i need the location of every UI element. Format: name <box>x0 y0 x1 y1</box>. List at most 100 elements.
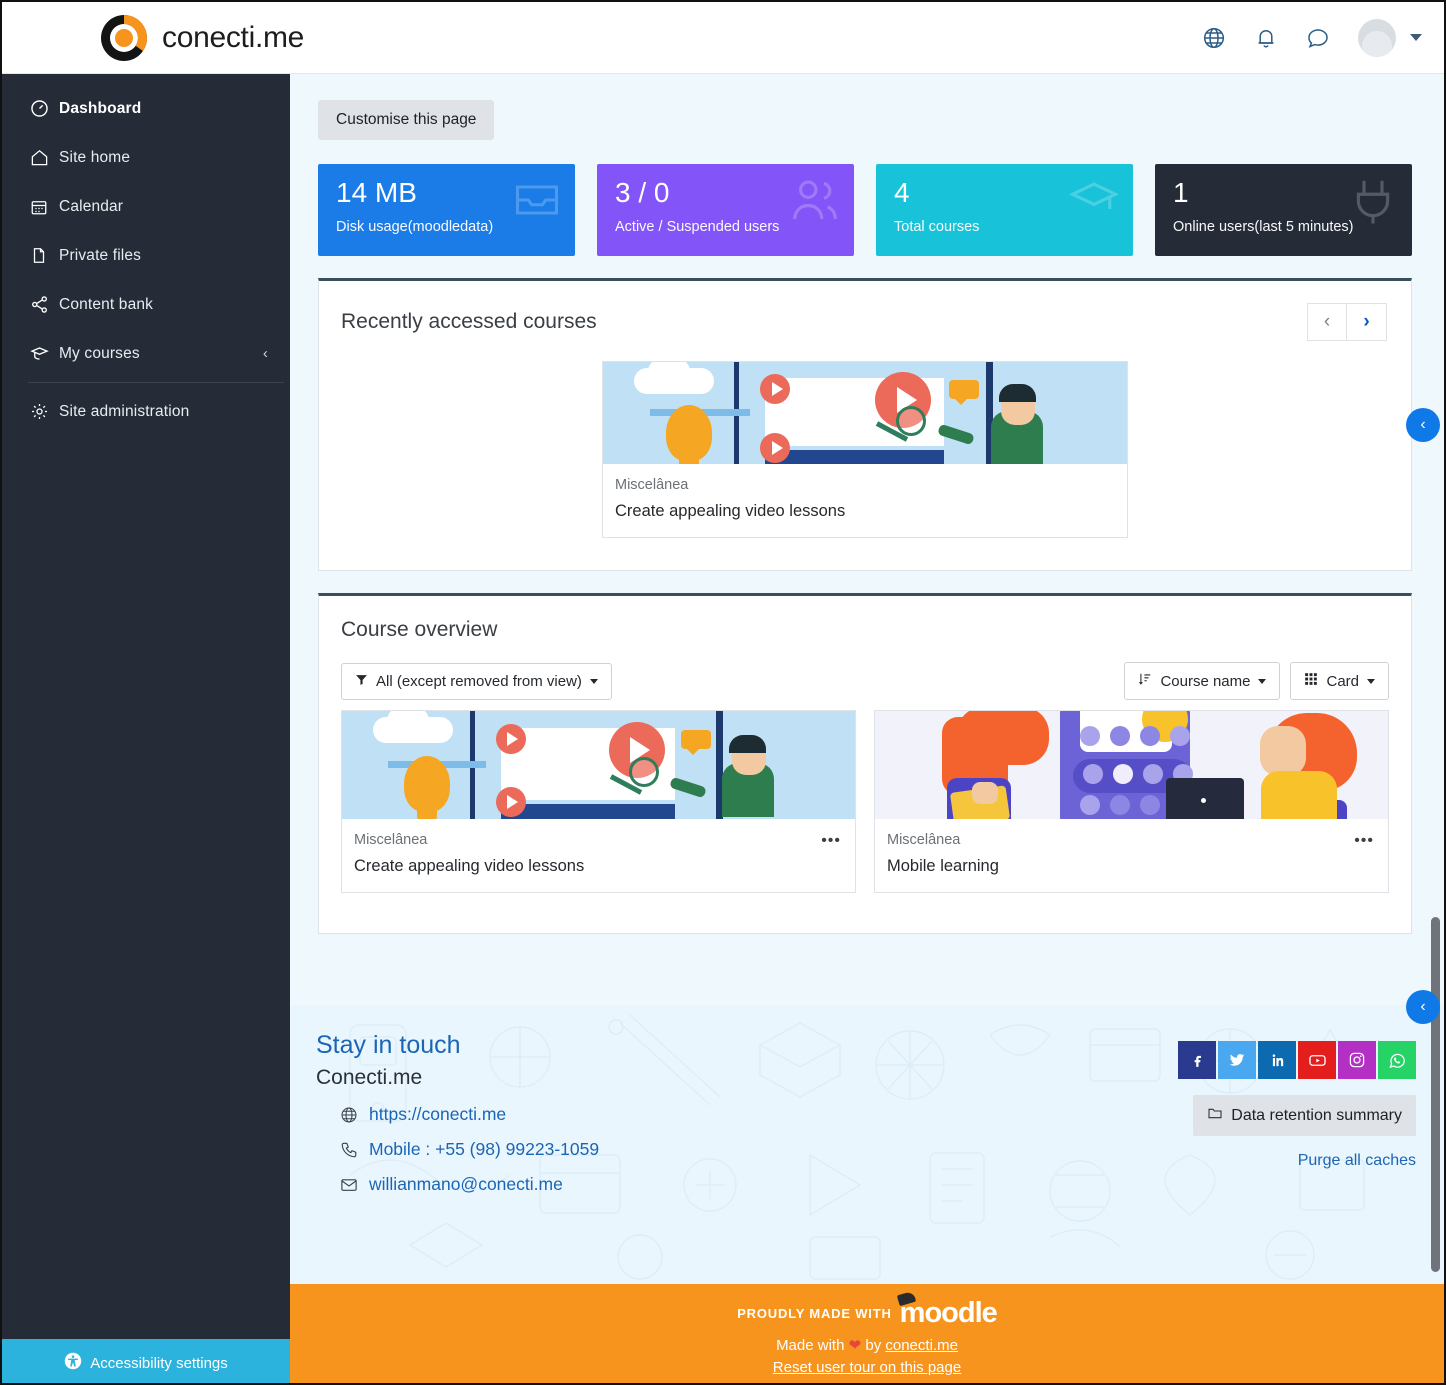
conectime-logo-icon <box>98 12 150 64</box>
contact-website[interactable]: https://conecti.me <box>316 1104 1116 1125</box>
scrollbar-thumb[interactable] <box>1431 917 1440 1272</box>
purge-all-caches-link[interactable]: Purge all caches <box>1116 1152 1416 1170</box>
globe-icon <box>340 1106 358 1124</box>
video-lessons-illustration <box>603 362 1127 464</box>
course-overview-block: Course overview All (except removed from… <box>318 593 1412 934</box>
data-retention-summary-button[interactable]: Data retention summary <box>1193 1095 1416 1136</box>
facebook-icon[interactable] <box>1178 1041 1216 1079</box>
stay-in-touch-title: Stay in touch <box>316 1031 461 1059</box>
share-icon <box>28 294 50 316</box>
course-sort-dropdown[interactable]: Course name <box>1124 662 1281 700</box>
contact-website-text: https://conecti.me <box>369 1104 507 1124</box>
chevron-left-icon[interactable]: ‹ <box>263 346 268 361</box>
twitter-icon[interactable] <box>1218 1041 1256 1079</box>
sidebar-item-label: Private files <box>59 246 142 264</box>
course-actions-menu[interactable]: ••• <box>1354 833 1374 849</box>
logo-text: conecti.me <box>162 20 305 54</box>
customise-page-button[interactable]: Customise this page <box>318 100 495 140</box>
reset-user-tour-link[interactable]: Reset user tour on this page <box>290 1359 1444 1376</box>
proudly-label: PROUDLY MADE WITH <box>737 1306 892 1321</box>
sidebar-item-my-courses[interactable]: My courses ‹ <box>2 329 290 378</box>
message-icon[interactable] <box>1306 26 1330 50</box>
stay-in-touch-section: Stay in touch Conecti.me https://conecti… <box>316 1031 1116 1195</box>
course-card[interactable]: Miscelânea Create appealing video lesson… <box>341 710 856 893</box>
data-retention-label: Data retention summary <box>1231 1106 1402 1124</box>
carousel-controls: ‹ › <box>1307 303 1387 341</box>
graduation-cap-icon <box>28 343 50 365</box>
file-icon <box>28 245 50 267</box>
stat-card-users[interactable]: 3 / 0 Active / Suspended users <box>597 164 854 256</box>
sidebar-item-label: Dashboard <box>59 99 142 117</box>
chevron-down-icon[interactable] <box>1410 34 1422 41</box>
whatsapp-icon[interactable] <box>1378 1041 1416 1079</box>
bell-icon[interactable] <box>1254 26 1278 50</box>
phone-icon <box>340 1141 358 1159</box>
sidebar: Dashboard Site home Calendar Private fil… <box>2 2 290 1383</box>
sidebar-item-dashboard[interactable]: Dashboard <box>2 84 290 133</box>
filter-icon <box>355 673 368 690</box>
graduation-cap-icon <box>1067 174 1121 233</box>
avatar[interactable] <box>1358 18 1396 57</box>
course-image <box>875 711 1388 819</box>
course-name[interactable]: Create appealing video lessons <box>615 502 1115 521</box>
stat-card-online-users[interactable]: 1 Online users(last 5 minutes) <box>1155 164 1412 256</box>
youtube-icon[interactable] <box>1298 1041 1336 1079</box>
sidebar-item-site-administration[interactable]: Site administration <box>2 387 290 436</box>
logo-block[interactable]: conecti.me <box>74 2 454 73</box>
stat-card-total-courses[interactable]: 4 Total courses <box>876 164 1133 256</box>
contact-phone[interactable]: Mobile : +55 (98) 99223-1059 <box>316 1139 1116 1160</box>
course-sort-label: Course name <box>1160 672 1251 690</box>
sidebar-item-label: My courses <box>59 344 140 362</box>
sidebar-item-calendar[interactable]: Calendar <box>2 182 290 231</box>
content-area: Customise this page 14 MB Disk usage(moo… <box>290 74 1444 934</box>
course-overview-controls: All (except removed from view) Course na… <box>319 648 1411 700</box>
sidebar-divider <box>28 382 284 383</box>
course-display-dropdown[interactable]: Card <box>1290 662 1389 700</box>
folder-icon <box>1207 1105 1223 1126</box>
carousel-prev-button[interactable]: ‹ <box>1307 303 1347 341</box>
sidebar-item-label: Site administration <box>59 402 190 420</box>
top-bar: conecti.me <box>2 2 1444 74</box>
chevron-down-icon <box>589 678 598 684</box>
sidebar-item-private-files[interactable]: Private files <box>2 231 290 280</box>
sidebar-nav: Dashboard Site home Calendar Private fil… <box>2 74 290 436</box>
accessibility-settings-button[interactable]: Accessibility settings <box>2 1339 290 1383</box>
sidebar-item-content-bank[interactable]: Content bank <box>2 280 290 329</box>
accessibility-icon <box>64 1352 82 1374</box>
course-actions-menu[interactable]: ••• <box>821 833 841 849</box>
course-category: Miscelânea <box>887 832 961 848</box>
course-name[interactable]: Mobile learning <box>887 857 1376 876</box>
linkedin-icon[interactable] <box>1258 1041 1296 1079</box>
plug-icon <box>1346 174 1400 233</box>
dashboard-icon <box>28 98 50 120</box>
block-title: Course overview <box>341 618 498 641</box>
course-overview-grid: Miscelânea Create appealing video lesson… <box>319 700 1411 933</box>
course-filter-dropdown[interactable]: All (except removed from view) <box>341 662 612 700</box>
course-name[interactable]: Create appealing video lessons <box>354 857 843 876</box>
drawer-toggle-top[interactable]: ‹ <box>1406 408 1440 442</box>
main-content: Customise this page 14 MB Disk usage(moo… <box>290 74 1444 1383</box>
conectime-link[interactable]: conecti.me <box>885 1337 958 1354</box>
chevron-down-icon <box>1258 678 1267 684</box>
course-image <box>342 711 855 819</box>
home-icon <box>28 147 50 169</box>
stat-card-disk-usage[interactable]: 14 MB Disk usage(moodledata) <box>318 164 575 256</box>
course-meta: Miscelânea Create appealing video lesson… <box>342 819 855 892</box>
instagram-icon[interactable] <box>1338 1041 1376 1079</box>
sidebar-item-site-home[interactable]: Site home <box>2 133 290 182</box>
block-header: Recently accessed courses ‹ › <box>319 281 1411 347</box>
proudly-made-with: PROUDLY MADE WITH moodle <box>290 1297 1444 1330</box>
recently-accessed-courses-block: Recently accessed courses ‹ › Miscelânea… <box>318 278 1412 571</box>
carousel-next-button[interactable]: › <box>1347 303 1387 341</box>
stat-cards: 14 MB Disk usage(moodledata) 3 / 0 Activ… <box>318 164 1412 256</box>
contact-email[interactable]: willianmano@conecti.me <box>316 1174 1116 1195</box>
drawer-toggle-bottom[interactable]: ‹ <box>1406 990 1440 1024</box>
social-links <box>1116 1041 1416 1079</box>
course-card[interactable]: Miscelânea Create appealing video lesson… <box>602 361 1128 538</box>
globe-icon[interactable] <box>1202 26 1226 50</box>
users-icon <box>788 174 842 233</box>
course-view-controls: Course name Card <box>1124 662 1389 700</box>
course-card[interactable]: Miscelânea Mobile learning ••• <box>874 710 1389 893</box>
sidebar-item-label: Site home <box>59 148 131 166</box>
course-meta: Miscelânea Mobile learning ••• <box>875 819 1388 892</box>
